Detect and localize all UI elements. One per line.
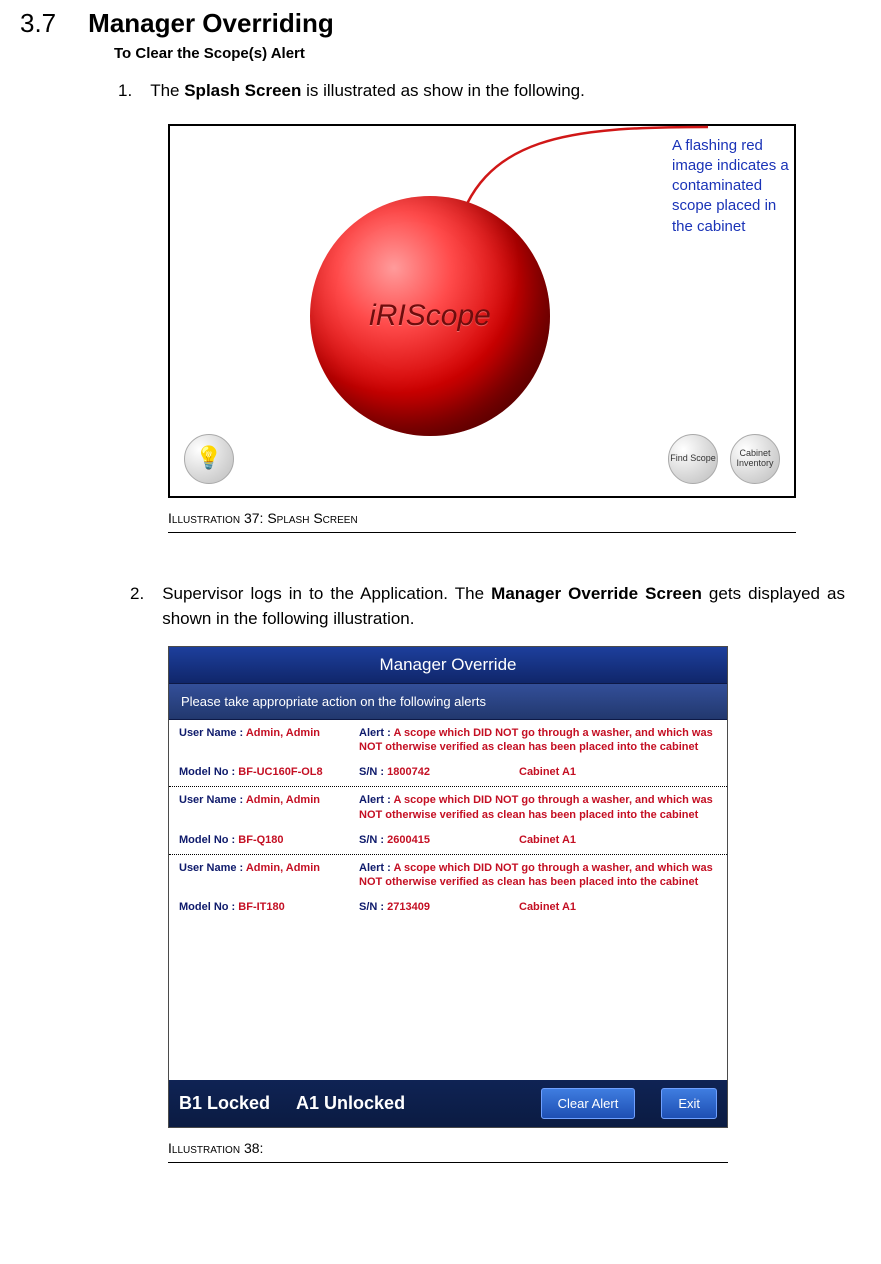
cap38-colon: : [260,1140,264,1156]
user-value: Admin, Admin [246,862,320,874]
step-2-pre: Supervisor logs in to the Application. T… [162,584,491,603]
alert-label: Alert : [359,727,393,739]
step-1-number: 1. [118,78,132,104]
step-2-bold: Manager Override Screen [491,584,702,603]
model-value: BF-IT180 [238,901,284,913]
lock-state-a1: A1 Unlocked [296,1093,405,1114]
manager-override-screenshot: Manager Override Please take appropriate… [168,646,728,1128]
alert-text: A scope which DID NOT go through a washe… [359,727,713,754]
sn-label: S/N : [359,766,387,778]
hint-button[interactable]: 💡 [184,434,234,484]
alerts-list: User Name : Admin, Admin Alert : A scope… [169,720,727,1080]
find-scope-button[interactable]: Find Scope [668,434,718,484]
step-1-text: The Splash Screen is illustrated as show… [150,78,845,104]
user-label: User Name : [179,794,246,806]
cap37-rest: Splash Screen [267,510,357,526]
model-value: BF-UC160F-OL8 [238,766,322,778]
model-label: Model No : [179,901,238,913]
user-label: User Name : [179,862,246,874]
clear-alert-button[interactable]: Clear Alert [541,1088,636,1119]
section-number: 3.7 [20,8,56,39]
cap38-word: Illustration [168,1140,244,1156]
alert-sphere: iRIScope [310,196,550,436]
cap37-word: Illustration [168,510,244,526]
cabinet-value: Cabinet A1 [519,766,576,778]
sn-value: 2713409 [387,901,430,913]
step-1-bold: Splash Screen [184,81,301,100]
step-2-number: 2. [130,581,144,632]
sn-value: 1800742 [387,766,430,778]
alert-label: Alert : [359,794,393,806]
mo-footer: B1 Locked A1 Unlocked Clear Alert Exit [169,1080,727,1127]
model-label: Model No : [179,766,238,778]
model-label: Model No : [179,834,238,846]
sn-label: S/N : [359,901,387,913]
alert-text: A scope which DID NOT go through a washe… [359,862,713,889]
illustration-38-caption: Illustration 38: [168,1140,728,1163]
alert-text: A scope which DID NOT go through a washe… [359,794,713,821]
cabinet-inventory-button[interactable]: Cabinet Inventory [730,434,780,484]
mo-title-bar: Manager Override [169,647,727,683]
step-2-text: Supervisor logs in to the Application. T… [162,581,845,632]
alert-row[interactable]: User Name : Admin, Admin Alert : A scope… [169,855,727,922]
user-value: Admin, Admin [246,794,320,806]
splash-screenshot: iRIScope 💡 Find Scope Cabinet Inventory … [168,124,796,498]
cabinet-value: Cabinet A1 [519,901,576,913]
callout-text: A flashing red image indicates a contami… [672,136,790,237]
alert-row[interactable]: User Name : Admin, Admin Alert : A scope… [169,720,727,788]
section-title: Manager Overriding [88,8,334,39]
cap38-num: 38 [244,1140,260,1156]
user-value: Admin, Admin [246,727,320,739]
illustration-37-caption: Illustration 37: Splash Screen [168,510,796,533]
alert-label: Alert : [359,862,393,874]
cabinet-value: Cabinet A1 [519,834,576,846]
bulb-icon: 💡 [195,446,222,470]
sphere-label: iRIScope [369,299,491,333]
user-label: User Name : [179,727,246,739]
lock-state-b1: B1 Locked [179,1093,270,1114]
step-1-pre: The [150,81,184,100]
find-scope-label: Find Scope [670,454,716,464]
sn-label: S/N : [359,834,387,846]
sub-heading: To Clear the Scope(s) Alert [114,45,861,62]
mo-subtitle-bar: Please take appropriate action on the fo… [169,683,727,720]
cabinet-inventory-label: Cabinet Inventory [731,449,779,469]
step-1-post: is illustrated as show in the following. [301,81,584,100]
exit-button[interactable]: Exit [661,1088,717,1119]
sn-value: 2600415 [387,834,430,846]
cap37-num: 37 [244,510,260,526]
model-value: BF-Q180 [238,834,283,846]
alert-row[interactable]: User Name : Admin, Admin Alert : A scope… [169,787,727,855]
